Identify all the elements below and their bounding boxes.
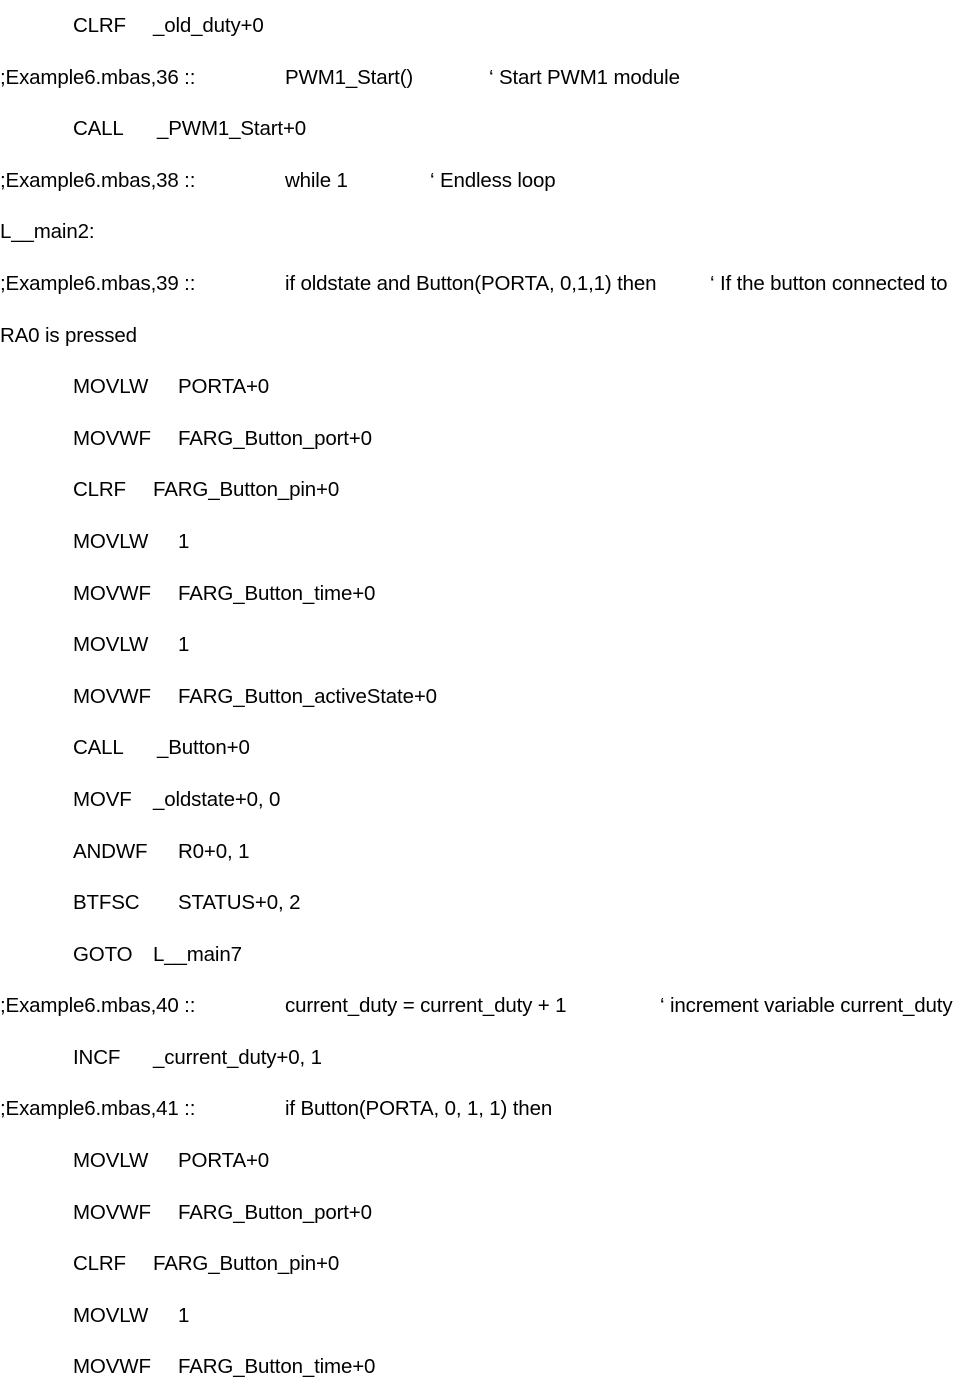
instruction-mnemonic: MOVF — [73, 787, 132, 811]
instruction-mnemonic: MOVLW — [73, 375, 149, 399]
source-location-tag: ;Example6.mbas,38 :: — [0, 168, 196, 192]
instruction-operand: FARG_Button_pin+0 — [153, 1252, 340, 1276]
instruction-line: CLRF FARG_Button_pin+0 — [0, 464, 960, 516]
instruction-operand: PORTA+0 — [178, 375, 270, 399]
instruction-operand: 1 — [178, 633, 190, 657]
instruction-mnemonic: GOTO — [73, 942, 133, 966]
source-reference-line: ;Example6.mbas,36 :: PWM1_Start() ‘ Start … — [0, 52, 960, 104]
instruction-line: CALL _PWM1_Start+0 — [0, 103, 960, 155]
instruction-operand: R0+0, 1 — [178, 839, 250, 863]
instruction-mnemonic: MOVWF — [73, 684, 151, 708]
instruction-operand: FARG_Button_port+0 — [178, 1200, 372, 1224]
source-remark-text: ‘ Endless loop — [430, 168, 556, 192]
source-location-tag: ;Example6.mbas,36 :: — [0, 65, 196, 89]
instruction-mnemonic: BTFSC — [73, 891, 140, 915]
instruction-operand: FARG_Button_time+0 — [178, 1355, 376, 1379]
source-reference-line: ;Example6.mbas,41 :: if Button(PORTA, 0, … — [0, 1083, 960, 1135]
instruction-line: MOVLW PORTA+0 — [0, 361, 960, 413]
document-page: CLRF _old_duty+0;Example6.mbas,36 :: PWM1_… — [0, 0, 960, 1388]
instruction-mnemonic: MOVWF — [73, 581, 151, 605]
instruction-line: BTFSC STATUS+0, 2 — [0, 877, 960, 929]
source-remark-text: ‘ If the button connected to — [710, 271, 948, 295]
instruction-line: GOTO L__main7 — [0, 929, 960, 981]
instruction-mnemonic: ANDWF — [73, 839, 148, 863]
instruction-operand: L__main7 — [153, 942, 242, 966]
instruction-operand: FARG_Button_time+0 — [178, 581, 376, 605]
source-location-tag: ;Example6.mbas,40 :: — [0, 994, 196, 1018]
source-code-text: if Button(PORTA, 0, 1, 1) then — [285, 1097, 553, 1121]
instruction-operand: _Button+0 — [157, 736, 250, 760]
instruction-operand: STATUS+0, 2 — [178, 891, 301, 915]
source-code-text: if oldstate and Button(PORTA, 0,1,1) the… — [285, 271, 657, 295]
instruction-operand: FARG_Button_pin+0 — [153, 478, 340, 502]
instruction-operand: _current_duty+0, 1 — [153, 1045, 322, 1069]
instruction-mnemonic: CLRF — [73, 1252, 126, 1276]
instruction-operand: PORTA+0 — [178, 1149, 270, 1173]
instruction-line: CALL _Button+0 — [0, 722, 960, 774]
source-code-text: current_duty = current_duty + 1 — [285, 994, 567, 1018]
instruction-mnemonic: MOVLW — [73, 529, 149, 553]
instruction-operand: FARG_Button_port+0 — [178, 426, 372, 450]
instruction-operand: FARG_Button_activeState+0 — [178, 684, 437, 708]
source-reference-line: ;Example6.mbas,39 :: if oldstate and Butt… — [0, 258, 960, 361]
instruction-line: MOVWF FARG_Button_time+0 — [0, 568, 960, 620]
source-remark-text: ‘ increment variable current_duty — [660, 994, 953, 1018]
instruction-line: CLRF FARG_Button_pin+0 — [0, 1238, 960, 1290]
instruction-mnemonic: MOVWF — [73, 426, 151, 450]
instruction-line: CLRF _old_duty+0 — [0, 0, 960, 52]
instruction-operand: _oldstate+0, 0 — [153, 787, 281, 811]
instruction-line: MOVLW 1 — [0, 619, 960, 671]
instruction-operand: 1 — [178, 529, 190, 553]
instruction-mnemonic: MOVWF — [73, 1200, 151, 1224]
instruction-mnemonic: MOVLW — [73, 1149, 149, 1173]
source-remark-continuation: RA0 is pressed — [0, 323, 137, 347]
instruction-line: MOVWF FARG_Button_activeState+0 — [0, 671, 960, 723]
instruction-mnemonic: CALL — [73, 736, 124, 760]
instruction-mnemonic: CLRF — [73, 14, 126, 37]
instruction-mnemonic: INCF — [73, 1045, 121, 1069]
instruction-line: MOVWF FARG_Button_port+0 — [0, 413, 960, 465]
source-remark-text: ‘ Start PWM1 module — [489, 65, 680, 89]
instruction-operand: _PWM1_Start+0 — [157, 117, 307, 141]
source-location-tag: ;Example6.mbas,39 :: — [0, 271, 196, 295]
source-reference-line: ;Example6.mbas,40 :: current_duty = curre… — [0, 980, 960, 1032]
instruction-operand: 1 — [178, 1303, 190, 1327]
instruction-line: MOVF _oldstate+0, 0 — [0, 774, 960, 826]
instruction-mnemonic: MOVWF — [73, 1355, 151, 1379]
label-text: L__main2: — [0, 220, 95, 244]
source-location-tag: ;Example6.mbas,41 :: — [0, 1097, 196, 1121]
assembly-listing: CLRF _old_duty+0;Example6.mbas,36 :: PWM1_… — [0, 0, 960, 1388]
instruction-line: INCF _current_duty+0, 1 — [0, 1032, 960, 1084]
source-code-text: PWM1_Start() — [285, 65, 414, 89]
instruction-line: MOVLW 1 — [0, 1290, 960, 1342]
label-line: L__main2: — [0, 206, 960, 258]
instruction-mnemonic: MOVLW — [73, 633, 149, 657]
instruction-mnemonic: CLRF — [73, 478, 126, 502]
instruction-line: MOVWF FARG_Button_port+0 — [0, 1187, 960, 1239]
instruction-line: MOVLW PORTA+0 — [0, 1135, 960, 1187]
source-code-text: while 1 — [285, 168, 348, 192]
source-reference-line: ;Example6.mbas,38 :: while 1 ‘ Endless loo… — [0, 155, 960, 207]
instruction-operand: _old_duty+0 — [153, 14, 264, 37]
instruction-line: ANDWF R0+0, 1 — [0, 826, 960, 878]
instruction-line: MOVWF FARG_Button_time+0 — [0, 1341, 960, 1388]
instruction-mnemonic: MOVLW — [73, 1303, 149, 1327]
instruction-line: MOVLW 1 — [0, 516, 960, 568]
instruction-mnemonic: CALL — [73, 117, 124, 141]
